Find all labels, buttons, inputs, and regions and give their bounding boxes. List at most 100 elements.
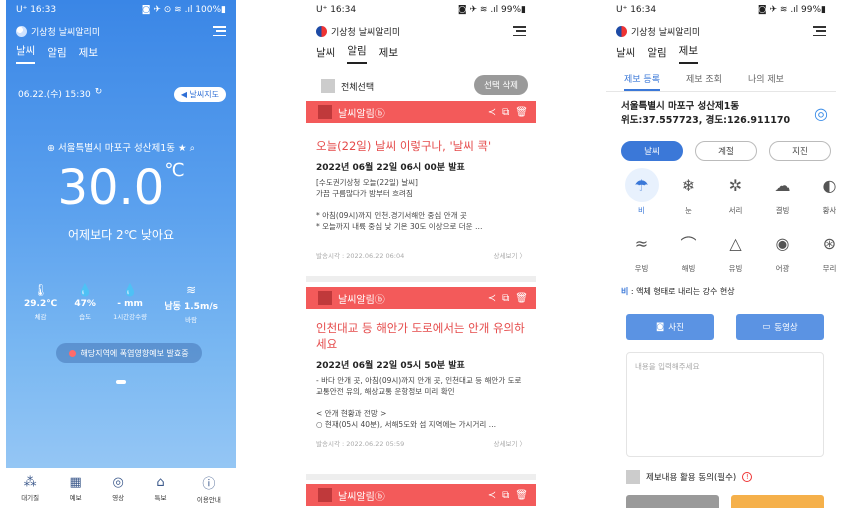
category-season[interactable]: 계절: [695, 141, 757, 161]
tab-weather[interactable]: 날씨: [616, 45, 635, 64]
share-icon[interactable]: ≺: [488, 107, 496, 118]
subtab-mine[interactable]: 나의 제보: [748, 72, 784, 91]
type-yellow-dust[interactable]: ◐ 황사: [806, 168, 836, 216]
card-checkbox[interactable]: [318, 488, 332, 502]
selection-bar: 전체선택 선택 삭제: [321, 75, 528, 95]
page-indicator: [116, 380, 126, 384]
dust-icon: ◐: [822, 175, 836, 195]
type-thaw[interactable]: ⌒ 해빙: [665, 226, 712, 274]
trash-icon[interactable]: 🗑: [515, 293, 528, 304]
photo-button[interactable]: ◙ 사진: [626, 314, 714, 340]
detail-link[interactable]: 상세보기 〉: [494, 250, 527, 260]
detail-link[interactable]: 상세보기 〉: [494, 438, 527, 448]
app-header: 기상청 날씨알리미: [606, 20, 836, 42]
subtab-lookup[interactable]: 제보 조회: [686, 72, 722, 91]
current-temperature: 30.0℃: [6, 160, 236, 216]
alert-issued: 2022년 06월 22일 05시 50분 발표: [316, 361, 465, 371]
tab-weather[interactable]: 날씨: [16, 43, 36, 64]
trash-icon[interactable]: 🗑: [515, 490, 528, 501]
search-icon[interactable]: ⌕: [190, 143, 195, 154]
observation-date: 06.22.(수) 15:30: [18, 90, 91, 100]
open-external-icon[interactable]: ⧉: [502, 490, 509, 501]
map-pin-icon[interactable]: ◎: [814, 104, 828, 123]
refresh-icon[interactable]: ↻: [95, 87, 103, 100]
nav-air-quality[interactable]: ⁂ 대기질: [21, 475, 39, 502]
forecast-icon: ▦: [69, 474, 82, 490]
cancel-button[interactable]: [626, 495, 719, 508]
select-all-checkbox[interactable]: [321, 79, 335, 93]
card-checkbox[interactable]: [318, 105, 332, 119]
tab-alerts[interactable]: 알림: [47, 45, 66, 64]
type-snow[interactable]: ❄ 눈: [665, 168, 712, 216]
app-title: 기상청 날씨알리미: [31, 27, 101, 38]
nav-video[interactable]: ◎ 영상: [112, 475, 124, 502]
share-icon[interactable]: ≺: [488, 293, 496, 304]
action-buttons: [626, 495, 824, 508]
status-time: U⁺ 16:34: [616, 5, 657, 15]
trash-icon[interactable]: 🗑: [515, 107, 528, 118]
snowflake-icon: ❄: [681, 175, 696, 195]
alert-card[interactable]: 오늘(22일) 날씨 이렇구나, '날씨 콕' 2022년 06월 22일 06…: [316, 138, 526, 260]
share-icon[interactable]: ≺: [488, 490, 496, 501]
type-freezing-rain[interactable]: ≈ 우빙: [618, 226, 665, 274]
favorite-star-icon[interactable]: ★: [178, 143, 187, 154]
umbrella-icon: ☂: [624, 168, 659, 202]
tab-reports[interactable]: 제보: [379, 45, 398, 64]
bottom-nav: ⁂ 대기질 ▦ 예보 ◎ 영상 ⌂ 특보 ⓘ 이용안내: [6, 468, 236, 508]
consent-checkbox[interactable]: [626, 470, 640, 484]
thaw-icon: ⌒: [680, 235, 697, 254]
status-time: U⁺ 16:33: [16, 5, 57, 15]
type-drift-ice[interactable]: △ 유빙: [712, 226, 759, 274]
status-icons: ◙ ✈ ≋ .ıl 99%▮: [757, 5, 826, 15]
tab-reports[interactable]: 제보: [79, 45, 98, 64]
menu-icon[interactable]: [813, 26, 826, 36]
video-button[interactable]: ▭ 동영상: [736, 314, 824, 340]
divider: [306, 276, 536, 282]
open-external-icon[interactable]: ⧉: [502, 107, 509, 118]
report-address: 서울특별시 마포구 성산제1동: [621, 101, 740, 112]
weather-map-button[interactable]: ◀ 날씨지도: [173, 87, 226, 102]
tab-alerts[interactable]: 알림: [647, 45, 666, 64]
type-halo[interactable]: ⊛ 무리: [806, 226, 836, 274]
tab-reports[interactable]: 제보: [678, 43, 698, 64]
submit-button[interactable]: [731, 495, 824, 508]
category-earthquake[interactable]: 지진: [769, 141, 831, 161]
info-alert-icon[interactable]: !: [742, 472, 753, 482]
type-frost[interactable]: ✲ 서리: [712, 168, 759, 216]
open-external-icon[interactable]: ⧉: [502, 293, 509, 304]
delete-selected-button[interactable]: 선택 삭제: [474, 75, 528, 95]
consent-label: 제보내용 활용 동의(필수): [646, 473, 737, 483]
tab-alerts[interactable]: 알림: [347, 43, 367, 64]
type-rain[interactable]: ☂ 비: [618, 168, 665, 216]
weather-screen: U⁺ 16:33 ◙ ✈ ⊙ ≋ .ıl 100%▮ 기상청 날씨알리미 날씨 …: [6, 0, 236, 508]
alert-sent-time: 발송시각 : 2022.06.22 05:59: [316, 440, 405, 448]
status-bar: U⁺ 16:34 ◙ ✈ ≋ .ıl 99%▮: [306, 0, 536, 20]
nav-guide[interactable]: ⓘ 이용안내: [197, 473, 221, 504]
alert-card-header: 날씨알림ⓑ ≺ ⧉ 🗑: [306, 287, 536, 309]
subtab-register[interactable]: 제보 등록: [624, 72, 660, 91]
menu-icon[interactable]: [513, 26, 526, 36]
category-weather[interactable]: 날씨: [621, 141, 683, 161]
status-time: U⁺ 16:34: [316, 5, 357, 15]
alerts-screen: U⁺ 16:34 ◙ ✈ ≋ .ıl 99%▮ 기상청 날씨알리미 날씨 알림 …: [306, 0, 536, 508]
card-checkbox[interactable]: [318, 291, 332, 305]
location-target-icon[interactable]: ⊕: [47, 143, 55, 154]
select-all-label: 전체선택: [341, 82, 375, 93]
temperature-value: 30.0: [57, 160, 165, 216]
select-all[interactable]: 전체선택: [321, 76, 374, 95]
heatwave-alert-banner[interactable]: 해당지역에 폭염영향예보 발효중: [56, 343, 202, 363]
temperature-unit: ℃: [164, 160, 185, 181]
thermometer-icon: 🌡: [32, 283, 49, 297]
nav-warning[interactable]: ⌂ 특보: [155, 475, 167, 502]
alert-title: 오늘(22일) 날씨 이렇구나, '날씨 콕': [316, 139, 492, 153]
type-fishing-light[interactable]: ◉ 어광: [759, 226, 806, 274]
alert-card[interactable]: 인천대교 등 해안가 도로에서는 안개 유의하세요 2022년 06월 22일 …: [316, 320, 526, 448]
alert-card-header: 날씨알림ⓑ ≺ ⧉ 🗑: [306, 101, 536, 123]
menu-icon[interactable]: [213, 26, 226, 36]
tab-weather[interactable]: 날씨: [316, 45, 335, 64]
type-ice[interactable]: ☁ 결빙: [759, 168, 806, 216]
report-content-field[interactable]: 내용을 입력해주세요: [626, 352, 824, 457]
video-icon: ◎: [112, 474, 124, 490]
info-icon: ⓘ: [202, 476, 216, 492]
nav-forecast[interactable]: ▦ 예보: [70, 475, 82, 502]
